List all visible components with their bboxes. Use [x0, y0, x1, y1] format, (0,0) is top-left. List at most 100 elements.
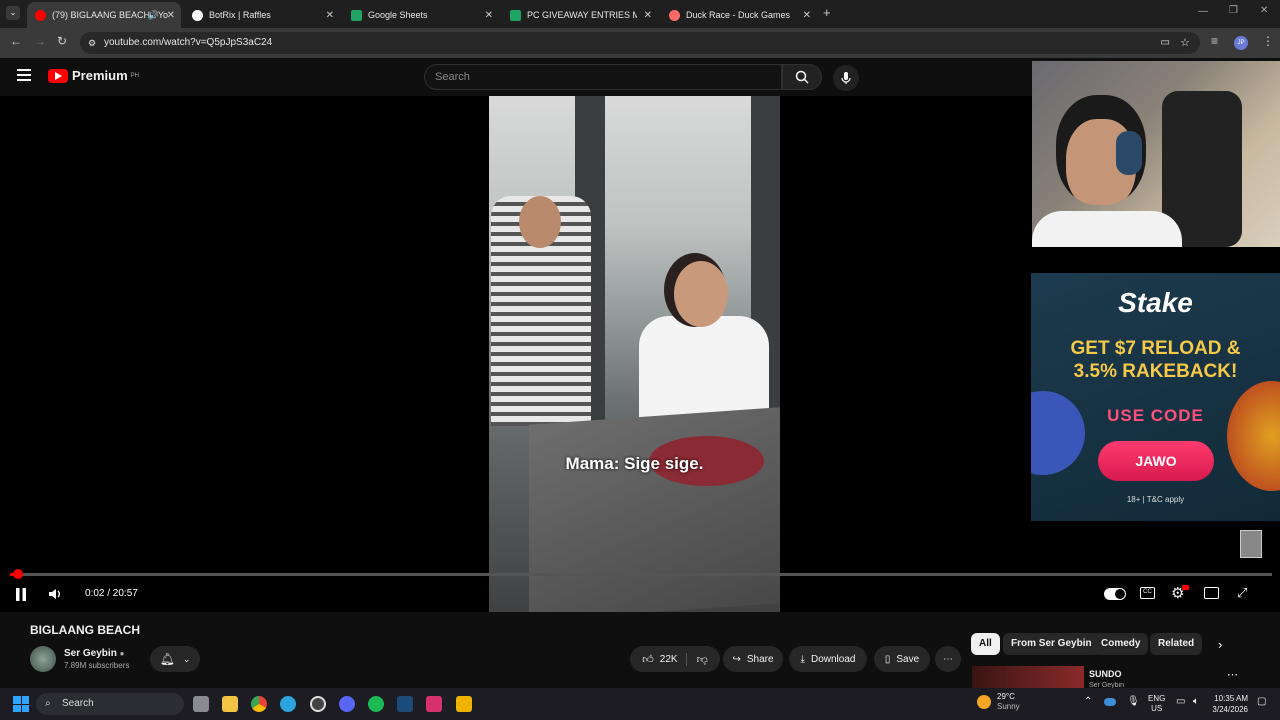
pause-icon	[16, 588, 26, 601]
telegram-icon[interactable]	[280, 696, 296, 712]
taskbar-search[interactable]: ⌕ Search	[36, 693, 184, 715]
close-tab-icon[interactable]: ✕	[644, 10, 652, 21]
channel-watermark[interactable]	[1240, 530, 1262, 558]
profile-avatar[interactable]: JP	[1234, 36, 1248, 50]
tab-youtube[interactable]: (79) BIGLAANG BEACH - Yo 🔊 ✕	[27, 2, 181, 28]
volume-button[interactable]	[48, 587, 62, 604]
more-actions-button[interactable]: ⋯	[935, 646, 961, 672]
bookmark-star-icon[interactable]: ☆	[1180, 32, 1190, 54]
subtitles-button[interactable]: CC	[1140, 587, 1155, 599]
channel-name[interactable]: Ser Geybin	[64, 648, 117, 659]
close-tab-icon[interactable]: ✕	[167, 10, 175, 21]
app-icon[interactable]	[426, 696, 442, 712]
weather-widget[interactable]: 29°C Sunny	[977, 692, 1020, 712]
thumbs-up-icon: 👍︎	[642, 653, 654, 666]
ad-use-code: USE CODE	[1107, 406, 1204, 425]
browser-menu-icon[interactable]: ⋮	[1262, 34, 1274, 48]
channel-info: Ser Geybin ● 7.89M subscribers	[30, 644, 129, 674]
tab-pc-giveaway[interactable]: PC GIVEAWAY ENTRIES MAY 20 ✕	[502, 2, 658, 28]
chrome-icon[interactable]	[251, 696, 267, 712]
url-text: youtube.com/watch?v=Q5pJpS3aC24	[104, 37, 273, 48]
tab-google-sheets[interactable]: Google Sheets ✕	[343, 2, 499, 28]
windows-start-icon[interactable]	[13, 696, 29, 712]
site-info-icon[interactable]: ⚙	[88, 32, 96, 54]
dislike-button[interactable]: 👎︎	[687, 653, 708, 666]
language-indicator[interactable]: ENG US	[1148, 694, 1165, 714]
scrubber-handle[interactable]	[13, 569, 23, 579]
search-icon	[795, 70, 809, 84]
chip-related[interactable]: Related	[1150, 633, 1203, 655]
fullscreen-button[interactable]: ⤢	[1237, 585, 1247, 601]
close-window-button[interactable]: ✕	[1260, 5, 1268, 16]
steam-icon[interactable]	[397, 696, 413, 712]
tab-title: PC GIVEAWAY ENTRIES MAY 20	[527, 10, 637, 20]
menu-hamburger-icon[interactable]	[17, 69, 31, 81]
chevron-right-icon[interactable]: ›	[1218, 637, 1222, 652]
clock[interactable]: 10:35 AM 3/24/2026	[1210, 693, 1248, 715]
voice-search-button[interactable]	[833, 65, 859, 91]
pause-button[interactable]	[15, 588, 27, 601]
close-tab-icon[interactable]: ✕	[485, 10, 493, 21]
tab-duck-race[interactable]: Duck Race - Duck Games ✕	[661, 2, 817, 28]
onedrive-icon[interactable]	[1104, 698, 1116, 706]
task-view-icon[interactable]	[193, 696, 209, 712]
search-icon: ⌕	[45, 698, 51, 709]
search-input[interactable]: Search	[424, 64, 782, 90]
address-bar[interactable]: ⚙ youtube.com/watch?v=Q5pJpS3aC24 ▭ ☆	[80, 32, 1200, 54]
minimize-button[interactable]: —	[1198, 6, 1208, 17]
related-video-title[interactable]: SUNDO	[1089, 669, 1122, 679]
autoplay-toggle[interactable]	[1104, 588, 1126, 600]
save-button[interactable]: ▯ Save	[874, 646, 930, 672]
ad-terms: 18+ | T&C apply	[1126, 495, 1185, 504]
microphone-icon[interactable]: 🎙︎	[1127, 696, 1140, 707]
chip-from-channel[interactable]: From Ser Geybin	[1003, 633, 1100, 655]
like-button[interactable]: 👍︎ 22K	[642, 652, 687, 666]
forward-button[interactable]: →	[34, 34, 46, 48]
like-dislike-group: 👍︎ 22K 👎︎	[630, 646, 720, 672]
obs-icon[interactable]	[310, 696, 326, 712]
maximize-button[interactable]: ❐	[1229, 5, 1238, 16]
progress-bar[interactable]	[10, 569, 1272, 579]
file-explorer-icon[interactable]	[222, 696, 238, 712]
search-button[interactable]	[782, 64, 822, 90]
windows-taskbar: ⌕ Search 29°C Sunny ⌃ 🎙︎ ENG US ▭ 🔈︎ 10:…	[0, 688, 1280, 720]
network-icon[interactable]: ▭	[1176, 696, 1185, 707]
like-count: 22K	[659, 653, 678, 665]
ad-offer-line1: GET $7 RELOAD &	[1070, 338, 1241, 359]
tab-botrix[interactable]: BotRix | Raffles ✕	[184, 2, 340, 28]
youtube-favicon-icon	[35, 9, 46, 21]
notification-icon[interactable]: ▢	[1257, 696, 1266, 707]
channel-avatar[interactable]	[30, 646, 56, 672]
miniplayer-button[interactable]	[1204, 587, 1219, 599]
share-label: Share	[746, 653, 774, 665]
related-video-thumbnail[interactable]	[972, 666, 1084, 688]
new-tab-button[interactable]: +	[823, 5, 831, 20]
clock-time: 10:35 AM	[1214, 694, 1248, 703]
youtube-logo[interactable]: Premium PH	[48, 68, 139, 83]
lang-secondary: US	[1151, 704, 1163, 713]
save-icon: ▯	[884, 653, 891, 665]
subscribed-notification-button[interactable]: 🔔︎ ⌄	[150, 646, 200, 672]
back-button[interactable]: ←	[10, 34, 22, 48]
chip-all[interactable]: All	[971, 633, 1000, 655]
speaker-icon[interactable]: 🔈︎	[1193, 696, 1199, 707]
reload-button[interactable]: ↻	[57, 34, 67, 48]
related-more-icon[interactable]: ⋯	[1227, 668, 1238, 681]
discord-icon[interactable]	[339, 696, 355, 712]
youtube-play-icon	[48, 68, 68, 83]
close-tab-icon[interactable]: ✕	[803, 10, 811, 21]
close-tab-icon[interactable]: ✕	[326, 10, 334, 21]
tab-list-dropdown[interactable]: ⌄	[6, 6, 20, 20]
time-display: 0:02 / 20:57	[85, 588, 138, 599]
logo-text: Premium	[72, 68, 128, 83]
media-control-icon[interactable]: ≡	[1211, 34, 1218, 48]
speaker-icon: 🔊	[147, 9, 159, 20]
chip-comedy[interactable]: Comedy	[1093, 633, 1149, 655]
cast-icon[interactable]: ▭	[1161, 32, 1170, 54]
tray-overflow-icon[interactable]: ⌃	[1084, 696, 1092, 707]
spotify-icon[interactable]	[368, 696, 384, 712]
settings-button[interactable]: ⚙	[1171, 584, 1189, 602]
rockstar-icon[interactable]	[456, 696, 472, 712]
share-button[interactable]: ↪ Share	[723, 646, 783, 672]
download-button[interactable]: ⤓ Download	[789, 646, 867, 672]
